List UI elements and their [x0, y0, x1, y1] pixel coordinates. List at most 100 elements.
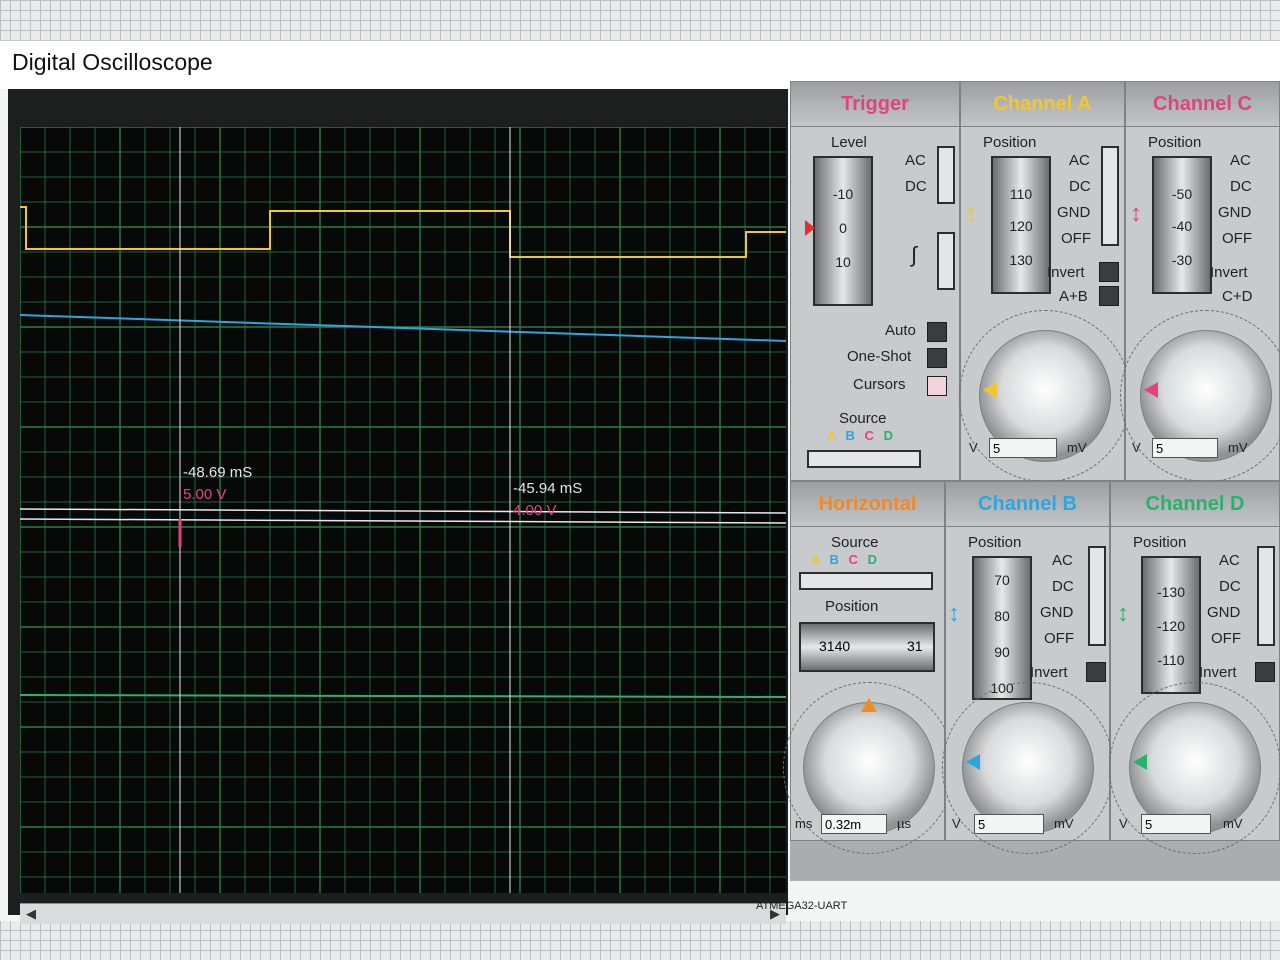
trigger-level-label: Level — [831, 134, 867, 151]
channel-c-invert-label: Invert — [1210, 264, 1248, 281]
channel-a-volts-field[interactable]: 5 — [989, 438, 1057, 458]
channel-a-sum-label: A+B — [1059, 288, 1088, 305]
channel-a-panel: Channel A Position 110 120 130 ↕ AC DC G… — [959, 81, 1131, 482]
channel-a-sum-toggle[interactable] — [1099, 286, 1119, 306]
channel-d-invert-label: Invert — [1199, 664, 1237, 681]
channel-d-off-label: OFF — [1211, 630, 1241, 647]
trigger-coupling-switch[interactable] — [937, 146, 955, 204]
cursor-line-horizontal-2[interactable] — [20, 518, 786, 524]
horizontal-source-label: Source — [831, 534, 879, 551]
channel-d-position-label: Position — [1133, 534, 1187, 551]
footer-component-label: ATMEGA32-UART — [756, 900, 848, 912]
channel-c-panel: Channel C Position -50 -40 -30 ↕ AC DC G… — [1120, 81, 1280, 482]
trigger-title: Trigger — [791, 82, 959, 127]
trace-channel-b — [20, 314, 786, 342]
scope-grid: -48.69 mS 5.00 V -45.94 mS 4.00 V — [20, 127, 786, 893]
cursors-label: Cursors — [853, 376, 906, 393]
channel-b-invert-label: Invert — [1030, 664, 1068, 681]
channel-a-gnd-label: GND — [1057, 204, 1091, 221]
channel-c-unit-v: V — [1132, 440, 1141, 455]
channel-d-invert-toggle[interactable] — [1255, 662, 1275, 682]
channel-a-coupling-switch[interactable] — [1101, 146, 1119, 246]
channel-b-dc-label: DC — [1052, 578, 1074, 595]
channel-b-invert-toggle[interactable] — [1086, 662, 1106, 682]
channel-c-dc-label: DC — [1230, 178, 1252, 195]
channel-a-off-label: OFF — [1061, 230, 1091, 247]
horizontal-unit-ms: ms — [795, 816, 813, 831]
channel-d-panel: Channel D Position -130 -120 -110 ↕ AC D… — [1109, 481, 1280, 854]
channel-b-off-label: OFF — [1044, 630, 1074, 647]
channel-a-unit-mv: mV — [1067, 440, 1087, 455]
channel-b-unit-v: V — [952, 816, 961, 831]
channel-a-position-slider[interactable]: 110 120 130 — [991, 156, 1051, 294]
channel-c-ac-label: AC — [1230, 152, 1251, 169]
channel-c-position-label: Position — [1148, 134, 1202, 151]
channel-b-title: Channel B — [946, 482, 1109, 527]
horizontal-position-wheel[interactable]: 3140 31 — [799, 622, 935, 672]
horizontal-source-slider[interactable] — [799, 572, 933, 590]
scope-display[interactable]: -48.69 mS 5.00 V -45.94 mS 4.00 V — [20, 127, 786, 893]
channel-d-dc-label: DC — [1219, 578, 1241, 595]
horizontal-time-field[interactable]: 0.32m — [821, 814, 887, 834]
channel-b-position-label: Position — [968, 534, 1022, 551]
oneshot-toggle[interactable] — [927, 348, 947, 368]
channel-a-dc-label: DC — [1069, 178, 1091, 195]
horizontal-knob-pointer-icon — [861, 698, 877, 712]
channel-c-off-label: OFF — [1222, 230, 1252, 247]
channel-c-gnd-label: GND — [1218, 204, 1252, 221]
channel-a-position-label: Position — [983, 134, 1037, 151]
trigger-dc-label: DC — [905, 178, 927, 195]
trigger-edge-switch[interactable] — [937, 232, 955, 290]
trigger-source-options: A B C D — [827, 428, 893, 443]
channel-d-move-icon: ↕ — [1117, 600, 1129, 627]
channel-b-ac-label: AC — [1052, 552, 1073, 569]
channel-b-gnd-label: GND — [1040, 604, 1074, 621]
cursor-1-volt: 5.00 V — [183, 486, 226, 503]
channel-c-sum-label: C+D — [1222, 288, 1253, 305]
horizontal-unit-us: µs — [897, 816, 911, 831]
channel-c-volts-field[interactable]: 5 — [1152, 438, 1218, 458]
channel-d-title: Channel D — [1111, 482, 1279, 527]
trigger-ac-label: AC — [905, 152, 926, 169]
cursor-2-volt: 4.00 V — [513, 502, 556, 519]
channel-d-position-slider[interactable]: -130 -120 -110 — [1141, 556, 1201, 694]
channel-b-position-slider[interactable]: 70 80 90 100 — [972, 556, 1032, 700]
channel-b-coupling-switch[interactable] — [1088, 546, 1106, 646]
channel-c-move-icon: ↕ — [1130, 200, 1142, 227]
channel-b-unit-mv: mV — [1054, 816, 1074, 831]
channel-a-knob-pointer-icon — [983, 382, 997, 398]
trigger-level-slider[interactable]: -10 0 10 — [813, 156, 873, 306]
cursors-toggle[interactable] — [927, 376, 947, 396]
scope-frame: -48.69 mS 5.00 V -45.94 mS 4.00 V ◀ ▶ — [8, 89, 788, 924]
trace-channel-d — [20, 694, 786, 698]
oscilloscope-window: Digital Oscilloscope -48.69 mS 5.00 V -4… — [0, 40, 1280, 924]
horizontal-source-options: A B C D — [811, 552, 877, 567]
channel-c-position-slider[interactable]: -50 -40 -30 — [1152, 156, 1212, 294]
horizontal-panel: Horizontal Source A B C D Position 3140 … — [783, 481, 955, 854]
scroll-left-icon[interactable]: ◀ — [26, 904, 36, 924]
trace-channel-a — [20, 206, 786, 258]
window-title: Digital Oscilloscope — [12, 49, 213, 75]
channel-a-title: Channel A — [961, 82, 1124, 127]
channel-a-invert-toggle[interactable] — [1099, 262, 1119, 282]
channel-a-unit-v: V — [969, 440, 978, 455]
horizontal-scrollbar[interactable]: ◀ ▶ — [20, 903, 786, 924]
cursor-line-horizontal-1[interactable] — [20, 508, 786, 514]
channel-b-volts-field[interactable]: 5 — [974, 814, 1044, 834]
channel-d-coupling-switch[interactable] — [1257, 546, 1275, 646]
channel-d-unit-mv: mV — [1223, 816, 1243, 831]
channel-b-panel: Channel B Position 70 80 90 100 ↕ AC DC … — [942, 481, 1114, 854]
channel-a-invert-label: Invert — [1047, 264, 1085, 281]
channel-d-volts-field[interactable]: 5 — [1141, 814, 1211, 834]
channel-c-knob-pointer-icon — [1144, 382, 1158, 398]
control-panels: Trigger Level -10 0 10 AC DC ∫ Auto One-… — [783, 81, 1280, 881]
channel-d-gnd-label: GND — [1207, 604, 1241, 621]
channel-b-knob-pointer-icon — [966, 754, 980, 770]
oneshot-label: One-Shot — [847, 348, 912, 365]
auto-toggle[interactable] — [927, 322, 947, 342]
edge-icon: ∫ — [911, 242, 918, 267]
trigger-level-marker-icon — [805, 220, 815, 236]
channel-d-ac-label: AC — [1219, 552, 1240, 569]
trigger-source-slider[interactable] — [807, 450, 921, 468]
channel-d-unit-v: V — [1119, 816, 1128, 831]
